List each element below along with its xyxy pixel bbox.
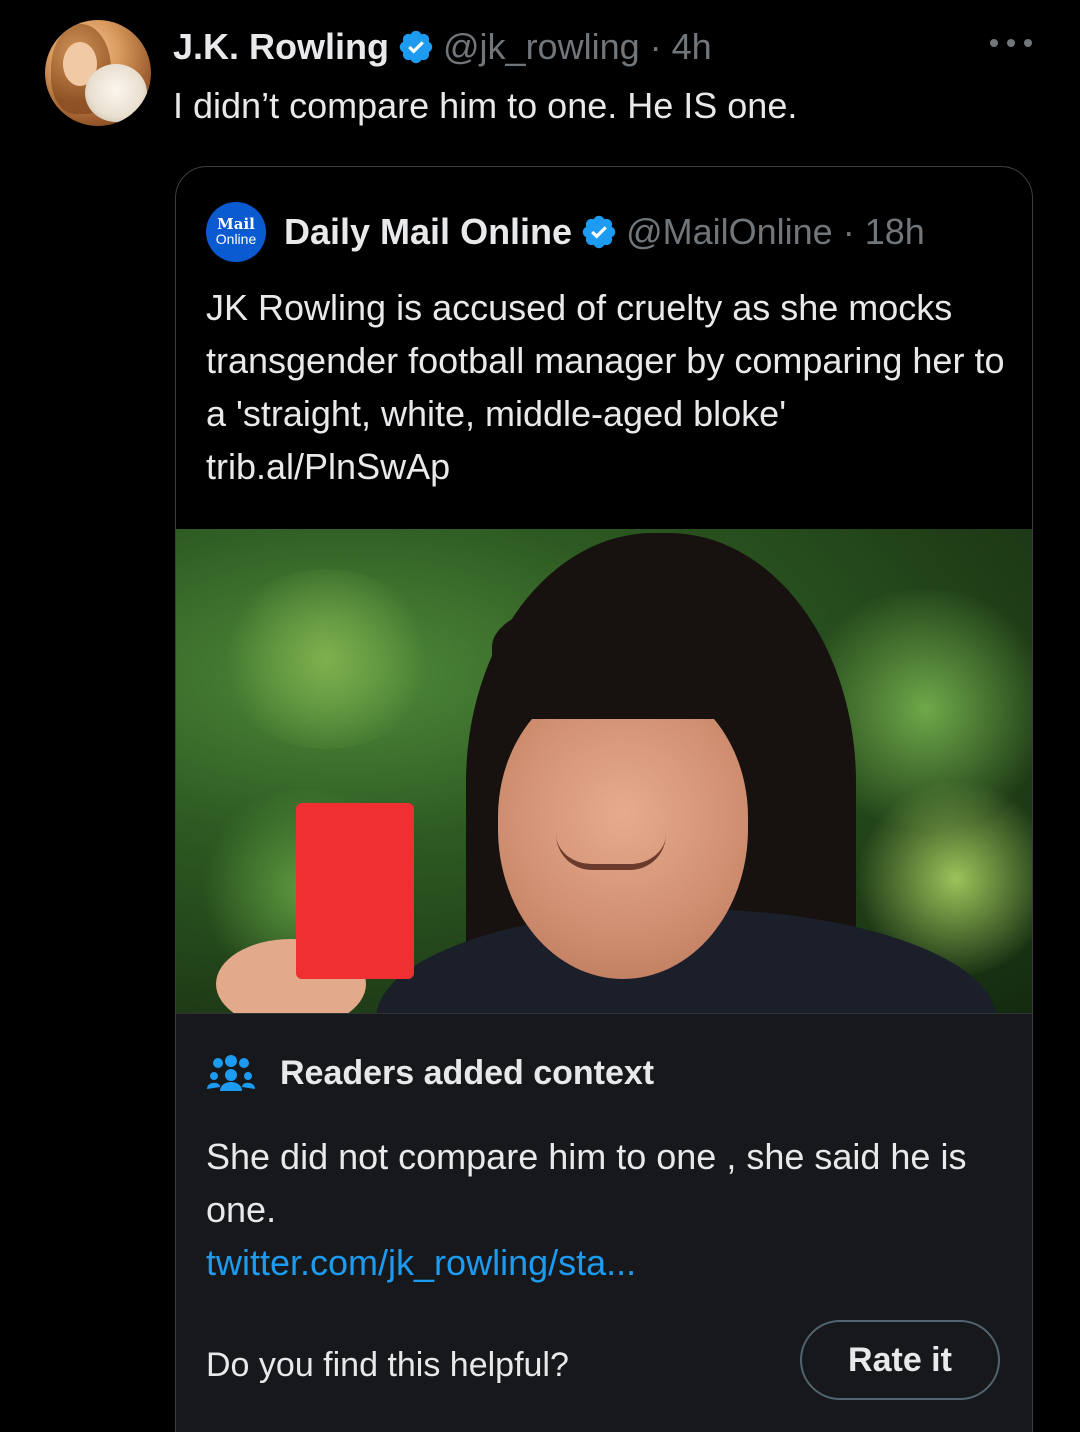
community-note: Readers added context She did not compar… bbox=[176, 1013, 1032, 1432]
quoted-tweet-text: JK Rowling is accused of cruelty as she … bbox=[206, 287, 1005, 487]
tweet-text: I didn’t compare him to one. He IS one. bbox=[173, 85, 798, 126]
author-name[interactable]: J.K. Rowling bbox=[173, 26, 389, 68]
logo-text-online: Online bbox=[215, 231, 257, 247]
tweet: J.K. Rowling @jk_rowling · 4h I didn’t c… bbox=[0, 0, 1080, 1432]
community-note-text: She did not compare him to one , she sai… bbox=[206, 1136, 967, 1230]
logo-text-mail: Mail bbox=[217, 215, 255, 233]
meta-separator: · bbox=[649, 26, 662, 67]
rate-it-button[interactable]: Rate it bbox=[800, 1320, 1000, 1400]
community-note-title: Readers added context bbox=[280, 1053, 655, 1092]
quoted-author-handle[interactable]: @MailOnline bbox=[626, 211, 833, 253]
person-face bbox=[498, 679, 748, 979]
author-handle[interactable]: @jk_rowling bbox=[443, 26, 640, 68]
quoted-tweet-time[interactable]: 18h bbox=[865, 211, 925, 253]
quoted-author-avatar[interactable]: Mail Online bbox=[206, 202, 266, 262]
verified-badge-icon bbox=[399, 30, 433, 64]
person-bangs bbox=[492, 599, 760, 719]
people-group-icon bbox=[207, 1055, 255, 1091]
author-avatar[interactable] bbox=[45, 20, 151, 126]
quoted-tweet[interactable]: Mail Online Daily Mail Online @MailOnlin… bbox=[175, 166, 1033, 1432]
community-note-link[interactable]: twitter.com/jk_rowling/sta... bbox=[206, 1236, 636, 1289]
tweet-time[interactable]: 4h bbox=[672, 26, 712, 68]
avatar-dog bbox=[85, 64, 147, 122]
meta-separator: · bbox=[842, 211, 855, 252]
verified-badge-icon bbox=[582, 215, 616, 249]
quoted-tweet-header: Mail Online Daily Mail Online @MailOnlin… bbox=[206, 202, 925, 262]
quoted-author-name[interactable]: Daily Mail Online bbox=[284, 211, 572, 253]
tweet-header: J.K. Rowling @jk_rowling · 4h bbox=[173, 22, 712, 72]
quoted-tweet-media[interactable] bbox=[176, 529, 1032, 1013]
background-foliage bbox=[216, 569, 436, 749]
community-note-heading: Readers added context bbox=[206, 1050, 654, 1096]
red-card bbox=[296, 803, 414, 979]
helpful-prompt: Do you find this helpful? bbox=[206, 1346, 569, 1384]
more-options-icon[interactable] bbox=[990, 28, 1032, 58]
